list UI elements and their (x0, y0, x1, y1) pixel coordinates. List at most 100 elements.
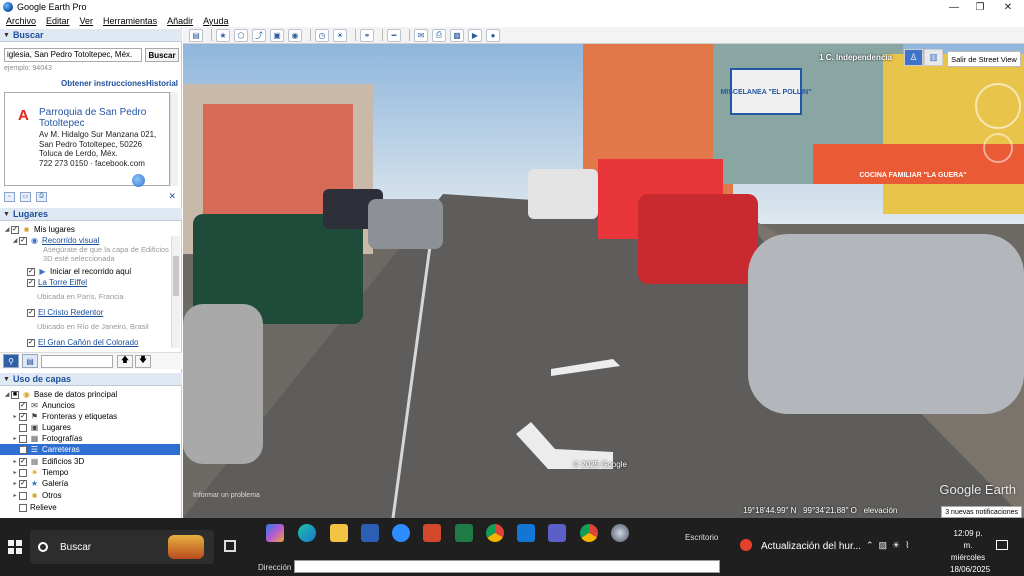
move-up-icon[interactable]: 🡅 (117, 354, 133, 368)
maximize-button[interactable]: ❐ (966, 0, 994, 14)
image-overlay-icon[interactable]: ▣ (270, 28, 284, 42)
minimize-button[interactable]: — (940, 0, 968, 14)
layer-anuncios[interactable]: ✓ ✉ Anuncios (11, 400, 75, 411)
checkbox[interactable]: ■ (11, 390, 19, 399)
places-panel-header[interactable]: ▼ Lugares (0, 208, 182, 221)
checkbox[interactable]: ✓ (27, 278, 35, 287)
edge-icon[interactable] (298, 524, 316, 542)
close-button[interactable]: ✕ (994, 0, 1022, 14)
menu-archivo[interactable]: Archivo (0, 16, 40, 26)
taskbar-search-box[interactable]: Buscar (30, 530, 214, 564)
menu-anadir[interactable]: Añadir (161, 16, 197, 26)
excel-icon[interactable] (455, 524, 473, 542)
taskbar-clock[interactable]: 12:09 p. m. miércoles 18/06/2025 (950, 528, 990, 576)
checkbox[interactable]: ✓ (19, 236, 27, 245)
word-icon[interactable] (361, 524, 379, 542)
menu-herramientas[interactable]: Herramientas (97, 16, 161, 26)
layer-base-datos[interactable]: ◢ ■ ◉ Base de datos principal (3, 389, 117, 400)
checkbox[interactable]: ✓ (19, 412, 27, 421)
add-path-icon[interactable]: ⤴ (252, 28, 266, 42)
places-scrollbar[interactable] (171, 236, 180, 348)
clear-search-icon[interactable]: ✕ (168, 191, 176, 202)
menu-editar[interactable]: Editar (40, 16, 74, 26)
chrome-icon[interactable] (486, 524, 504, 542)
layer-carreteras[interactable]: ✓ ☰ Carreteras (0, 444, 180, 455)
panel-toggle-icon[interactable]: ▤ (22, 354, 38, 368)
expand-toggle-icon[interactable]: ◢ (11, 237, 19, 244)
add-placemark-icon[interactable]: ★ (216, 28, 230, 42)
save-image-icon[interactable]: ▩ (450, 28, 464, 42)
record-tour-icon[interactable]: ◉ (288, 28, 302, 42)
expand-toggle-icon[interactable]: ▸ (11, 492, 19, 499)
layers-panel-header[interactable]: ▼ Uso de capas (0, 373, 182, 386)
checkbox[interactable]: ✓ (11, 225, 19, 234)
search-results-scrollbar[interactable] (170, 92, 178, 186)
checkbox[interactable]: ✓ (27, 338, 35, 347)
get-directions-link[interactable]: Obtener instrucciones (61, 79, 146, 88)
expand-toggle-icon[interactable]: ▸ (11, 469, 19, 476)
checkbox[interactable] (19, 491, 27, 500)
news-widget-label[interactable]: Actualización del hur... (761, 541, 861, 552)
result-name[interactable]: Parroquia de San Pedro Totoltepec (39, 107, 165, 129)
ground-level-icon[interactable]: ▥ (924, 49, 943, 66)
notification-center-icon[interactable] (996, 540, 1008, 550)
outlook-icon[interactable] (517, 524, 535, 542)
zoom-icon[interactable] (392, 524, 410, 542)
windows-start-icon[interactable] (8, 540, 22, 554)
add-polygon-icon[interactable]: ⬠ (234, 28, 248, 42)
copy-icon[interactable]: ▭ (20, 191, 31, 202)
chrome-icon[interactable] (580, 524, 598, 542)
folder-icon[interactable]: ▫ (4, 191, 15, 202)
places-item-torre-eiffel[interactable]: ✓ La Torre Eiffel (27, 277, 87, 288)
places-item-mis-lugares[interactable]: ◢ ✓ ■ Mis lugares (3, 224, 75, 235)
globe-icon[interactable] (132, 174, 145, 187)
expand-toggle-icon[interactable]: ◢ (3, 391, 11, 398)
layer-fronteras[interactable]: ▸ ✓ ⚑ Fronteras y etiquetas (11, 411, 117, 422)
search-result-card[interactable]: A Parroquia de San Pedro Totoltepec Av M… (4, 92, 170, 187)
print-icon[interactable]: ⎙ (432, 28, 446, 42)
expand-toggle-icon[interactable]: ◢ (3, 226, 11, 233)
ruler-icon[interactable]: ━ (387, 28, 401, 42)
file-explorer-icon[interactable] (330, 524, 348, 542)
google-maps-icon[interactable]: ● (486, 28, 500, 42)
expand-toggle-icon[interactable]: ▸ (11, 458, 19, 465)
movie-maker-icon[interactable]: ▶ (468, 28, 482, 42)
desktop-toolbar-label[interactable]: Escritorio (685, 533, 718, 542)
sunlight-icon[interactable]: ☀ (333, 28, 347, 42)
checkbox[interactable] (19, 434, 27, 443)
places-item-iniciar[interactable]: ✓ ▶ Iniciar el recorrido aquí (27, 266, 131, 277)
powerpoint-icon[interactable] (423, 524, 441, 542)
notifications-badge[interactable]: 3 nuevas notificaciones (941, 506, 1022, 518)
checkbox[interactable]: ✓ (19, 445, 27, 454)
task-view-icon[interactable] (224, 540, 236, 552)
layer-fotografias[interactable]: ▸ ▦ Fotografías (11, 433, 82, 444)
street-view-3d-viewer[interactable]: MISCELANEA "EL POLLIN" COCINA FAMILIAR "… (183, 44, 1024, 518)
search-button[interactable]: Buscar (145, 48, 179, 62)
pegman-icon[interactable]: ♙ (904, 49, 923, 66)
historical-imagery-icon[interactable]: ◷ (315, 28, 329, 42)
layer-otros[interactable]: ▸ ■ Otros (11, 490, 61, 501)
layer-tiempo[interactable]: ▸ ☀ Tiempo (11, 467, 68, 478)
planets-icon[interactable]: ⚭ (360, 28, 374, 42)
expand-toggle-icon[interactable]: ▸ (11, 480, 19, 487)
menu-ayuda[interactable]: Ayuda (197, 16, 232, 26)
places-item-gran-canon[interactable]: ✓ El Gran Cañón del Colorado (27, 337, 139, 348)
search-input[interactable]: iglesia, San Pedro Totoltepec, Méx. (4, 48, 142, 62)
checkbox[interactable] (19, 423, 27, 432)
checkbox[interactable]: ✓ (19, 401, 27, 410)
checkbox[interactable]: ✓ (19, 457, 27, 466)
layer-relieve[interactable]: Relieve (11, 502, 57, 513)
layer-galeria[interactable]: ▸ ✓ ★ Galería (11, 478, 68, 489)
search-panel-header[interactable]: ▼ Buscar (0, 29, 182, 42)
checkbox[interactable]: ✓ (27, 308, 35, 317)
checkbox[interactable] (19, 503, 27, 512)
teams-icon[interactable] (548, 524, 566, 542)
layer-lugares[interactable]: ▣ Lugares (11, 422, 71, 433)
copilot-icon[interactable] (266, 524, 284, 542)
expand-toggle-icon[interactable]: ▸ (11, 413, 19, 420)
print-list-icon[interactable]: ⎙ (36, 191, 47, 202)
checkbox[interactable] (19, 468, 27, 477)
google-earth-taskbar-icon[interactable] (611, 524, 629, 542)
system-tray-icons[interactable]: ⌃ ▨ ☀ ⌇ (866, 540, 910, 551)
checkbox[interactable]: ✓ (27, 267, 35, 276)
